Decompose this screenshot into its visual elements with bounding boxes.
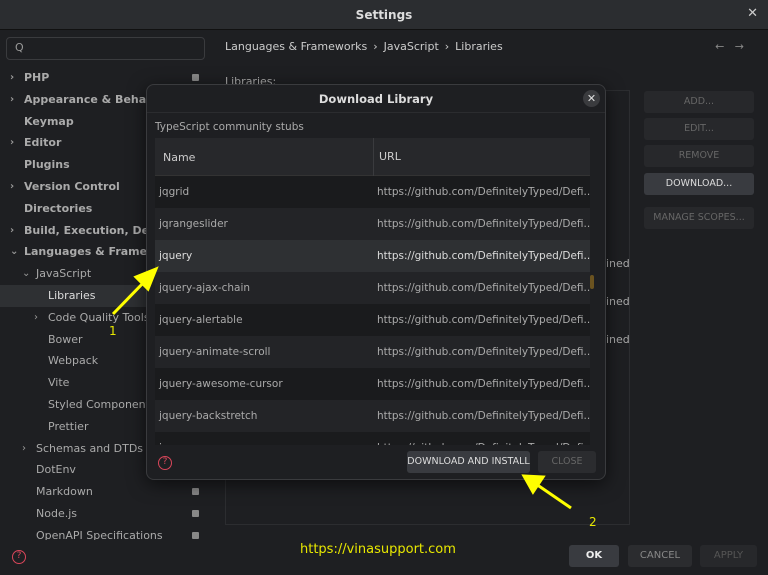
arrow-2-head [521, 474, 546, 495]
arrow-2 [535, 482, 572, 510]
annotation-step-2: 2 [589, 515, 597, 529]
annotation-step-1: 1 [109, 324, 117, 338]
annotation-arrows [111, 266, 572, 510]
